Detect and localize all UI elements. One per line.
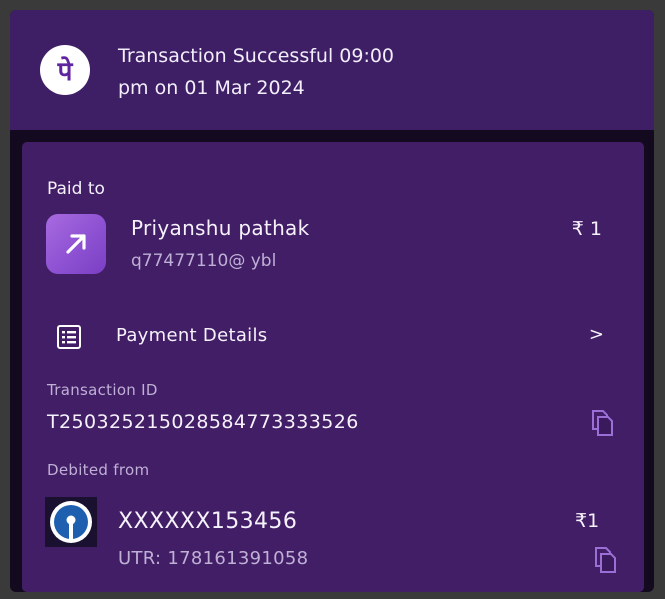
merchant-upi-id: q77477110@ ybl [131, 251, 277, 271]
transaction-card: Paid to Priyanshu pathak q77477110@ ybl … [22, 142, 644, 592]
utr-number: UTR: 178161391058 [118, 548, 309, 569]
transaction-id-value: T2503252150285847733335​26 [47, 411, 359, 433]
copy-icon[interactable] [592, 546, 618, 574]
debited-from-label: Debited from [47, 461, 150, 479]
sbi-logo-icon [45, 497, 97, 547]
list-icon[interactable] [55, 323, 83, 351]
chevron-right-icon[interactable]: > [589, 324, 604, 345]
header: पे Transaction Successful 09:00 pm on 01… [10, 10, 654, 130]
debit-account-number: XXXXXX153456 [118, 509, 298, 534]
debited-amount: ₹1 [575, 510, 600, 532]
phonepe-logo-icon: पे [40, 45, 90, 95]
copy-icon[interactable] [589, 409, 615, 437]
payment-details-button[interactable]: Payment Details [116, 325, 267, 346]
transaction-status-title: Transaction Successful 09:00 pm on 01 Ma… [118, 45, 395, 99]
paid-amount: ₹ 1 [571, 218, 602, 240]
logo-glyph: पे [57, 57, 73, 87]
merchant-name: Priyanshu pathak [131, 216, 310, 240]
arrow-up-right-icon [46, 214, 106, 274]
transaction-id-label: Transaction ID [47, 381, 158, 399]
transaction-window: पे Transaction Successful 09:00 pm on 01… [10, 10, 654, 592]
paid-to-label: Paid to [47, 179, 105, 199]
